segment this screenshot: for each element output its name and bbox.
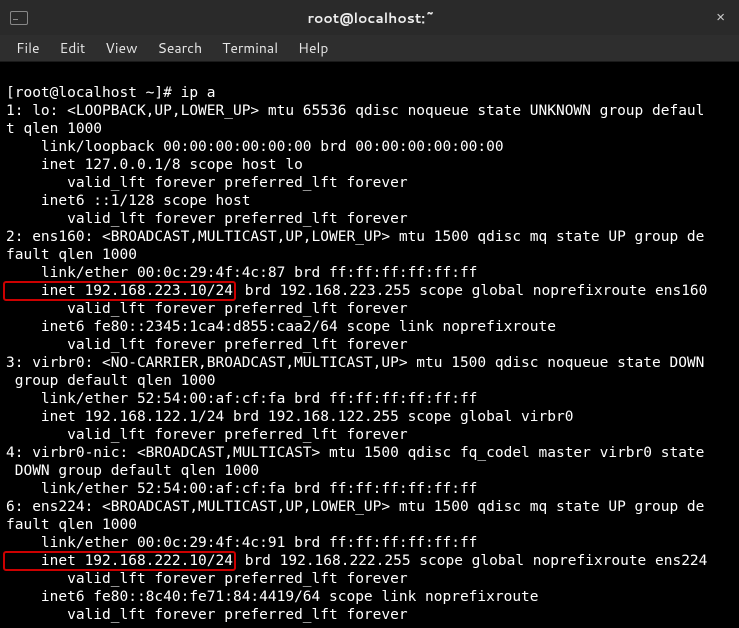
out-line: brd 192.168.222.255 scope global noprefi… bbox=[236, 553, 707, 569]
menubar: File Edit View Search Terminal Help bbox=[0, 35, 739, 62]
out-line: t qlen 1000 bbox=[6, 121, 102, 137]
out-line: valid_lft forever preferred_lft forever bbox=[6, 337, 408, 353]
out-line: link/ether 52:54:00:af:cf:fa brd ff:ff:f… bbox=[6, 391, 477, 407]
out-line: inet6 fe80::8c40:fe71:84:4419/64 scope l… bbox=[6, 589, 547, 605]
out-line: 3: virbr0: <NO-CARRIER,BROADCAST,MULTICA… bbox=[6, 355, 704, 371]
out-line: brd 192.168.223.255 scope global noprefi… bbox=[236, 283, 707, 299]
menu-help[interactable]: Help bbox=[288, 35, 338, 61]
menu-view[interactable]: View bbox=[95, 35, 147, 61]
out-line: group default qlen 1000 bbox=[6, 373, 216, 389]
out-line: valid_lft forever preferred_lft forever bbox=[6, 571, 408, 587]
out-line: valid_lft forever preferred_lft forever bbox=[6, 607, 408, 623]
terminal-app-icon bbox=[10, 11, 28, 25]
highlight-ens160-inet: inet 192.168.223.10/24 bbox=[3, 281, 236, 301]
out-line: 4: virbr0-nic: <BROADCAST,MULTICAST> mtu… bbox=[6, 445, 704, 461]
out-line: valid_lft forever preferred_lft forever bbox=[6, 301, 408, 317]
cmd: ip a bbox=[181, 85, 216, 101]
shell-prompt: [root@localhost ~]# bbox=[6, 85, 181, 101]
highlight-ens224-inet: inet 192.168.222.10/24 bbox=[3, 551, 236, 571]
out-line: valid_lft forever preferred_lft forever bbox=[6, 211, 408, 227]
close-icon[interactable]: × bbox=[710, 7, 731, 28]
menu-search[interactable]: Search bbox=[148, 35, 213, 61]
menu-file[interactable]: File bbox=[6, 35, 50, 61]
out-line: 2: ens160: <BROADCAST,MULTICAST,UP,LOWER… bbox=[6, 229, 704, 245]
out-line: inet 192.168.122.1/24 brd 192.168.122.25… bbox=[6, 409, 573, 425]
out-line: fault qlen 1000 bbox=[6, 517, 137, 533]
out-line: 6: ens224: <BROADCAST,MULTICAST,UP,LOWER… bbox=[6, 499, 704, 515]
out-line: valid_lft forever preferred_lft forever bbox=[6, 175, 408, 191]
out-line: link/ether 00:0c:29:4f:4c:91 brd ff:ff:f… bbox=[6, 535, 477, 551]
out-line: link/loopback 00:00:00:00:00:00 brd 00:0… bbox=[6, 139, 504, 155]
terminal-output[interactable]: [root@localhost ~]# ip a 1: lo: <LOOPBAC… bbox=[0, 62, 739, 628]
out-line: fault qlen 1000 bbox=[6, 247, 137, 263]
menu-terminal[interactable]: Terminal bbox=[212, 35, 288, 61]
out-line: 1: lo: <LOOPBACK,UP,LOWER_UP> mtu 65536 … bbox=[6, 103, 704, 119]
out-line: inet6 ::1/128 scope host bbox=[6, 193, 259, 209]
out-line: valid_lft forever preferred_lft forever bbox=[6, 427, 408, 443]
out-line: inet 127.0.0.1/8 scope host lo bbox=[6, 157, 303, 173]
out-line: DOWN group default qlen 1000 bbox=[6, 463, 259, 479]
out-line: link/ether 00:0c:29:4f:4c:87 brd ff:ff:f… bbox=[6, 265, 477, 281]
window-title: root@localhost:~ bbox=[32, 8, 710, 28]
menu-edit[interactable]: Edit bbox=[50, 35, 96, 61]
out-line: inet6 fe80::2345:1ca4:d855:caa2/64 scope… bbox=[6, 319, 565, 335]
titlebar: root@localhost:~ × bbox=[0, 0, 739, 35]
out-line: link/ether 52:54:00:af:cf:fa brd ff:ff:f… bbox=[6, 481, 477, 497]
